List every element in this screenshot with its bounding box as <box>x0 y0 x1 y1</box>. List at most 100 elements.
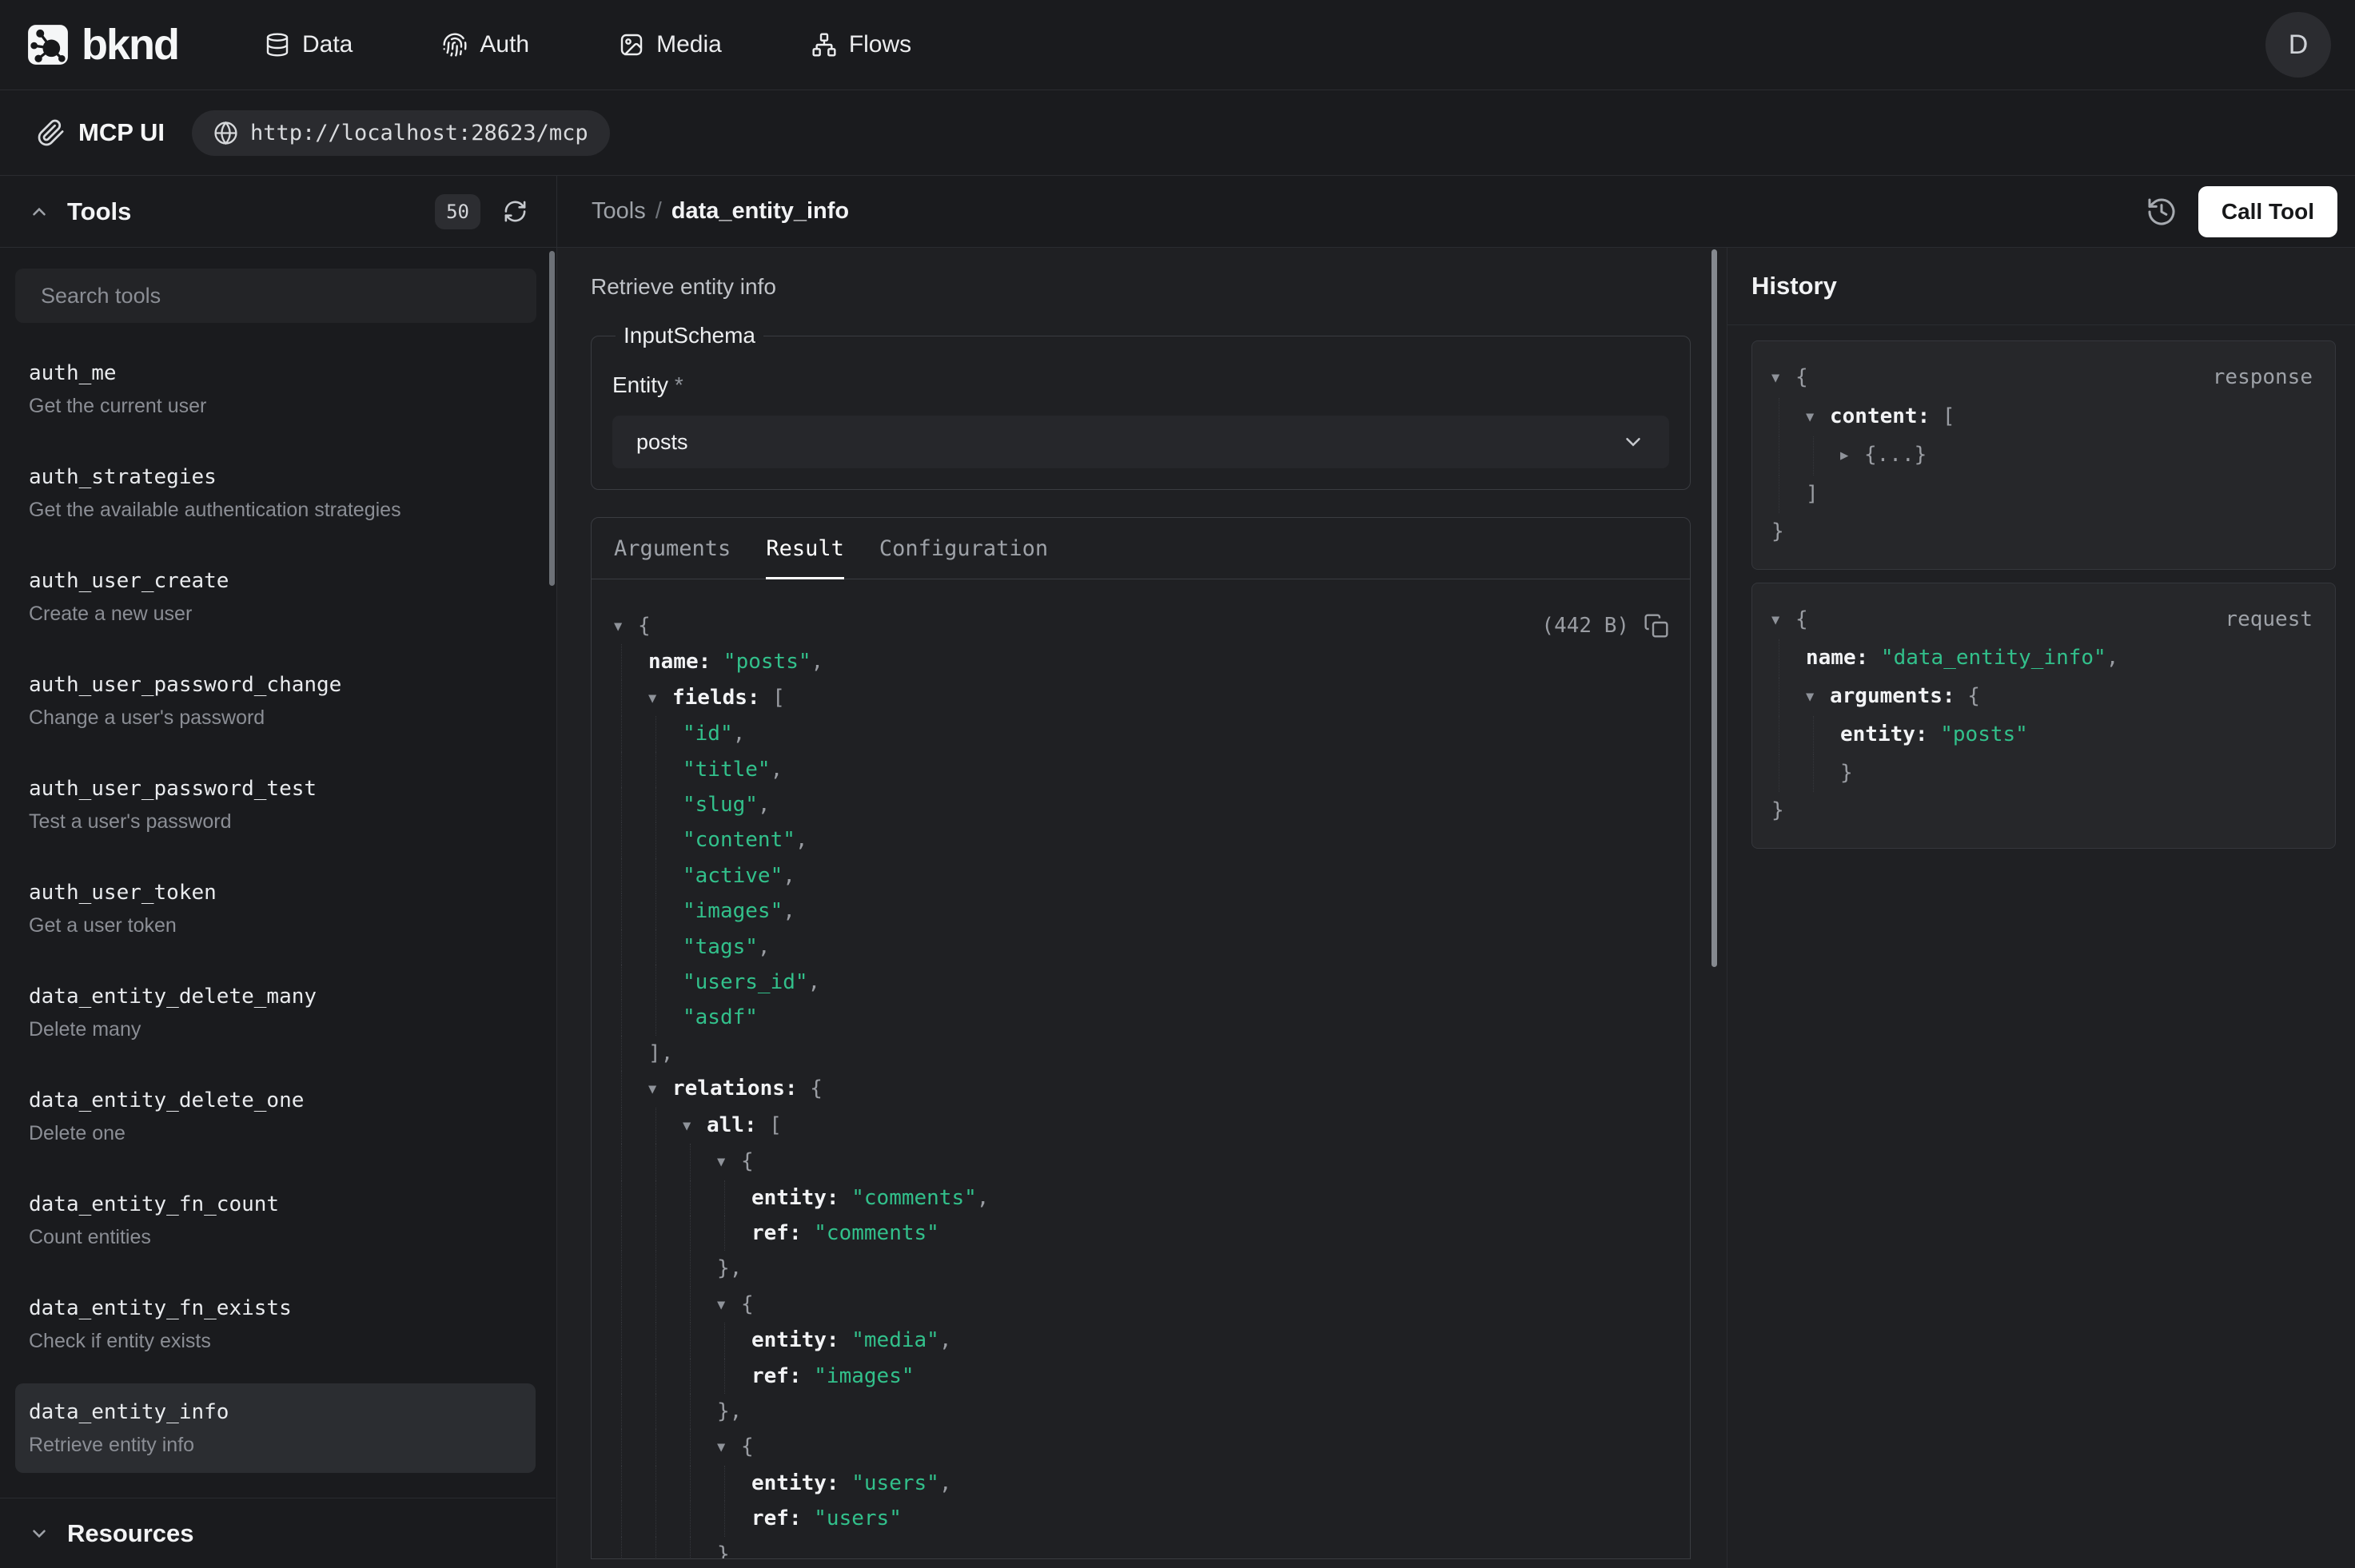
indent-guide <box>655 1501 656 1536</box>
json-line: ref: "comments" <box>614 1216 1669 1251</box>
collapse-node-icon[interactable]: ▼ <box>1771 602 1795 640</box>
json-line: name: "data_entity_info", <box>1771 639 2316 678</box>
collapse-node-icon[interactable]: ▼ <box>717 1144 741 1180</box>
collapse-node-icon[interactable]: ▼ <box>1806 399 1830 437</box>
json-line: ref: "images" <box>614 1359 1669 1394</box>
nav-item-auth[interactable]: Auth <box>442 31 529 58</box>
indent-guide <box>655 787 656 822</box>
tool-desc: Change a user's password <box>29 706 522 730</box>
tool-list-item-auth_user_create[interactable]: auth_user_createCreate a new user <box>15 552 536 642</box>
tab-result[interactable]: Result <box>766 518 844 579</box>
tool-list-item-auth_user_password_test[interactable]: auth_user_password_testTest a user's pas… <box>15 760 536 850</box>
json-key: ref: <box>751 1506 802 1530</box>
tool-desc: Count entities <box>29 1225 522 1249</box>
json-line: "content", <box>614 822 1669 858</box>
json-line: ▼{ <box>614 1287 1669 1323</box>
json-key: fields: <box>672 686 760 710</box>
history-icon[interactable] <box>2146 196 2178 228</box>
indent-guide <box>655 1000 656 1035</box>
tool-list-item-data_entity_delete_many[interactable]: data_entity_delete_manyDelete many <box>15 968 536 1057</box>
indent-guide <box>655 1287 656 1323</box>
entity-select[interactable]: posts <box>612 416 1669 468</box>
refresh-icon[interactable] <box>503 199 528 224</box>
indent-guide <box>621 752 622 787</box>
indent-guide <box>690 1144 691 1180</box>
tools-sidebar: Tools 50 auth_meGet the current userauth… <box>0 176 557 1568</box>
indent-guide <box>621 1394 622 1429</box>
tab-configuration[interactable]: Configuration <box>879 518 1048 579</box>
mcp-ui-title: MCP UI <box>78 118 165 147</box>
brand-name: bknd <box>82 20 178 70</box>
json-line: ref: "users" <box>614 1501 1669 1536</box>
tool-list-item-data_entity_delete_one[interactable]: data_entity_delete_oneDelete one <box>15 1072 536 1161</box>
nav-item-flows[interactable]: Flows <box>811 31 911 58</box>
resources-section-header[interactable]: Resources <box>0 1498 556 1568</box>
database-icon <box>265 32 290 58</box>
breadcrumb-tool-name: data_entity_info <box>671 198 849 225</box>
json-key: content: <box>1830 404 1930 428</box>
tool-list-item-data_entity_fn_exists[interactable]: data_entity_fn_existsCheck if entity exi… <box>15 1279 536 1369</box>
json-line: "tags", <box>614 929 1669 965</box>
json-punct: { <box>1955 684 1980 708</box>
json-punct: , <box>808 970 821 994</box>
tool-desc: Retrieve entity info <box>29 1433 522 1457</box>
tool-name: data_entity_delete_many <box>29 984 522 1009</box>
collapse-node-icon[interactable]: ▼ <box>648 681 672 716</box>
indent-guide <box>621 1466 622 1501</box>
input-schema-legend: InputSchema <box>616 323 763 348</box>
collapse-node-icon[interactable]: ▼ <box>717 1287 741 1323</box>
main-scrollbar-thumb[interactable] <box>1711 249 1717 967</box>
top-nav: bknd Data Auth Media Flows D <box>0 0 2355 90</box>
json-line: } <box>1771 754 2316 793</box>
call-tool-button[interactable]: Call Tool <box>2198 186 2337 237</box>
tool-list-item-data_entity_info[interactable]: data_entity_infoRetrieve entity info <box>15 1383 536 1473</box>
json-line: ] <box>1771 476 2316 514</box>
json-line: ▶{...} <box>1771 436 2316 476</box>
history-entry-request[interactable]: ▼{requestname: "data_entity_info",▼argum… <box>1751 583 2336 849</box>
json-punct: { <box>1795 607 1808 631</box>
chevron-down-icon[interactable] <box>29 1523 50 1544</box>
json-key: ref: <box>751 1221 802 1245</box>
indent-guide <box>655 1394 656 1429</box>
collapse-node-icon[interactable]: ▼ <box>683 1108 707 1144</box>
json-punct: } <box>1840 761 1853 785</box>
copy-icon[interactable] <box>1644 613 1669 639</box>
collapse-node-icon[interactable]: ▼ <box>1806 679 1830 717</box>
nav-item-media[interactable]: Media <box>619 31 722 58</box>
chevron-down-icon <box>1621 430 1645 454</box>
tool-io-card: ArgumentsResultConfiguration ▼{(442 B)na… <box>591 517 1691 1559</box>
sidebar-scrollbar-thumb[interactable] <box>549 251 555 586</box>
json-punct: }, <box>717 1256 742 1280</box>
collapse-node-icon[interactable]: ▼ <box>648 1072 672 1107</box>
indent-guide <box>690 1251 691 1286</box>
tab-arguments[interactable]: Arguments <box>614 518 731 579</box>
indent-guide <box>655 1429 656 1465</box>
history-entry-response[interactable]: ▼{response▼content: [▶{...}]} <box>1751 340 2336 570</box>
tool-list-item-auth_strategies[interactable]: auth_strategiesGet the available authent… <box>15 448 536 538</box>
tool-list-item-auth_user_password_change[interactable]: auth_user_password_changeChange a user's… <box>15 656 536 746</box>
tool-list-item-auth_user_token[interactable]: auth_user_tokenGet a user token <box>15 864 536 953</box>
json-line: "title", <box>614 752 1669 787</box>
json-string: "content" <box>683 828 795 852</box>
breadcrumb-section[interactable]: Tools <box>592 198 646 225</box>
tool-list-item-data_entity_fn_count[interactable]: data_entity_fn_countCount entities <box>15 1176 536 1265</box>
tool-name: auth_me <box>29 360 522 386</box>
indent-guide <box>621 858 622 893</box>
collapse-node-icon[interactable]: ▼ <box>1771 360 1795 398</box>
expand-node-icon[interactable]: ▶ <box>1840 437 1864 476</box>
mcp-url-pill[interactable]: http://localhost:28623/mcp <box>192 110 610 156</box>
json-string: "images" <box>683 899 783 923</box>
collapse-node-icon[interactable]: ▼ <box>717 1430 741 1465</box>
tools-section-header[interactable]: Tools 50 <box>0 176 556 248</box>
search-tools-input[interactable] <box>15 269 536 323</box>
chevron-up-icon[interactable] <box>29 201 50 222</box>
mcp-url: http://localhost:28623/mcp <box>250 121 588 145</box>
collapse-node-icon[interactable]: ▼ <box>614 609 638 644</box>
tool-list-item-auth_me[interactable]: auth_meGet the current user <box>15 344 536 434</box>
indent-guide <box>690 1359 691 1394</box>
json-string: "active" <box>683 864 783 888</box>
nav-item-data[interactable]: Data <box>265 31 353 58</box>
json-line: } <box>1771 513 2316 551</box>
brand[interactable]: bknd <box>27 20 178 70</box>
avatar[interactable]: D <box>2265 12 2331 78</box>
